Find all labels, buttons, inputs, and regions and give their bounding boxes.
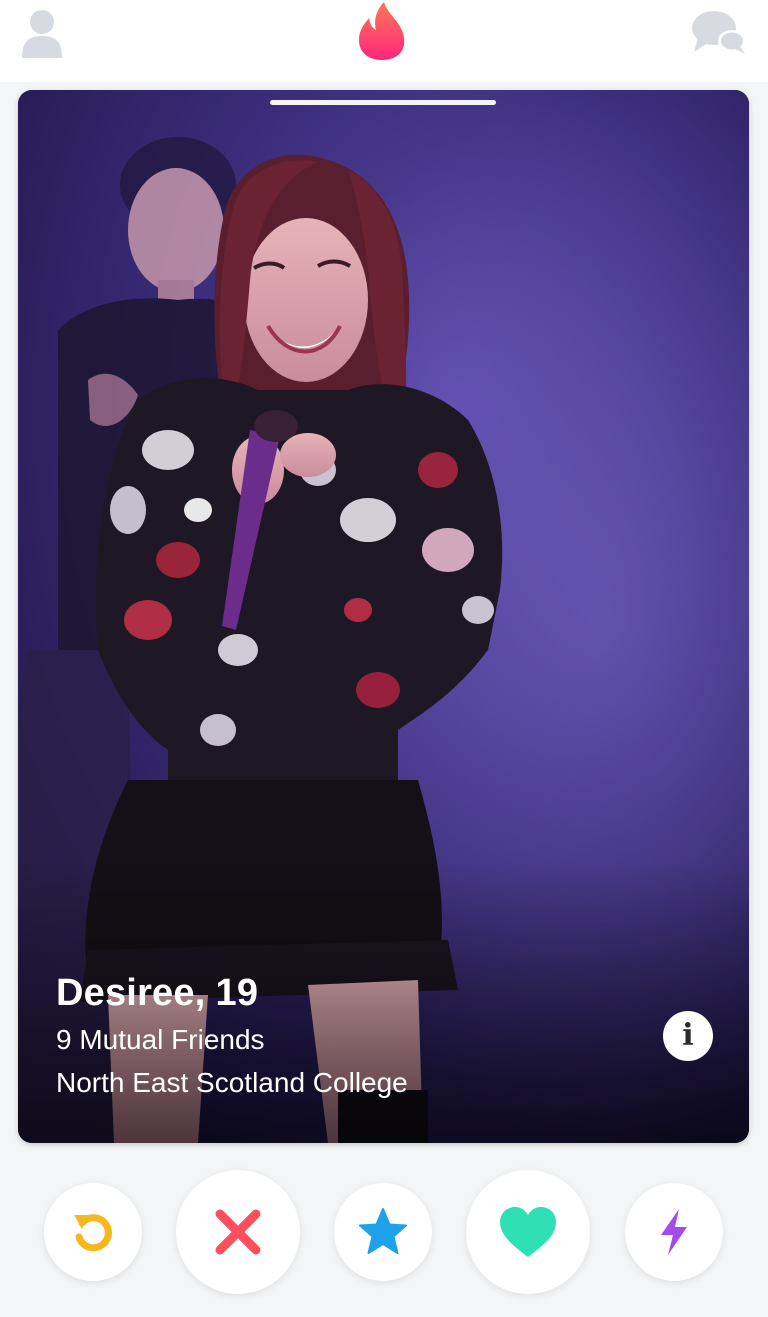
top-nav-bar: [0, 0, 768, 82]
info-button[interactable]: i: [663, 1011, 713, 1061]
rewind-button[interactable]: [44, 1183, 142, 1281]
profile-name-age: Desiree, 19: [56, 968, 408, 1018]
super-like-button[interactable]: [334, 1183, 432, 1281]
profile-card[interactable]: Desiree, 19 9 Mutual Friends North East S…: [18, 90, 749, 1143]
profile-name: Desiree,: [56, 972, 206, 1014]
close-icon: [215, 1209, 261, 1255]
school-text: North East Scotland College: [56, 1067, 408, 1098]
info-icon: i: [682, 1018, 694, 1053]
heart-icon: [500, 1207, 556, 1257]
profile-age: 19: [215, 972, 259, 1014]
flame-logo-icon[interactable]: [354, 0, 410, 62]
rewind-icon: [74, 1214, 112, 1252]
nope-button[interactable]: [176, 1170, 300, 1294]
profile-icon[interactable]: [20, 6, 64, 60]
mutual-friends-text: 9 Mutual Friends: [56, 1024, 265, 1055]
messages-icon[interactable]: [690, 8, 748, 56]
star-icon: [359, 1208, 407, 1254]
like-button[interactable]: [466, 1170, 590, 1294]
app-screen: Desiree, 19 9 Mutual Friends North East S…: [0, 0, 768, 1317]
profile-info: Desiree, 19 9 Mutual Friends North East S…: [56, 968, 408, 1104]
boost-button[interactable]: [625, 1183, 723, 1281]
photo-indicator-bar: [270, 100, 496, 105]
bolt-icon: [661, 1209, 687, 1255]
